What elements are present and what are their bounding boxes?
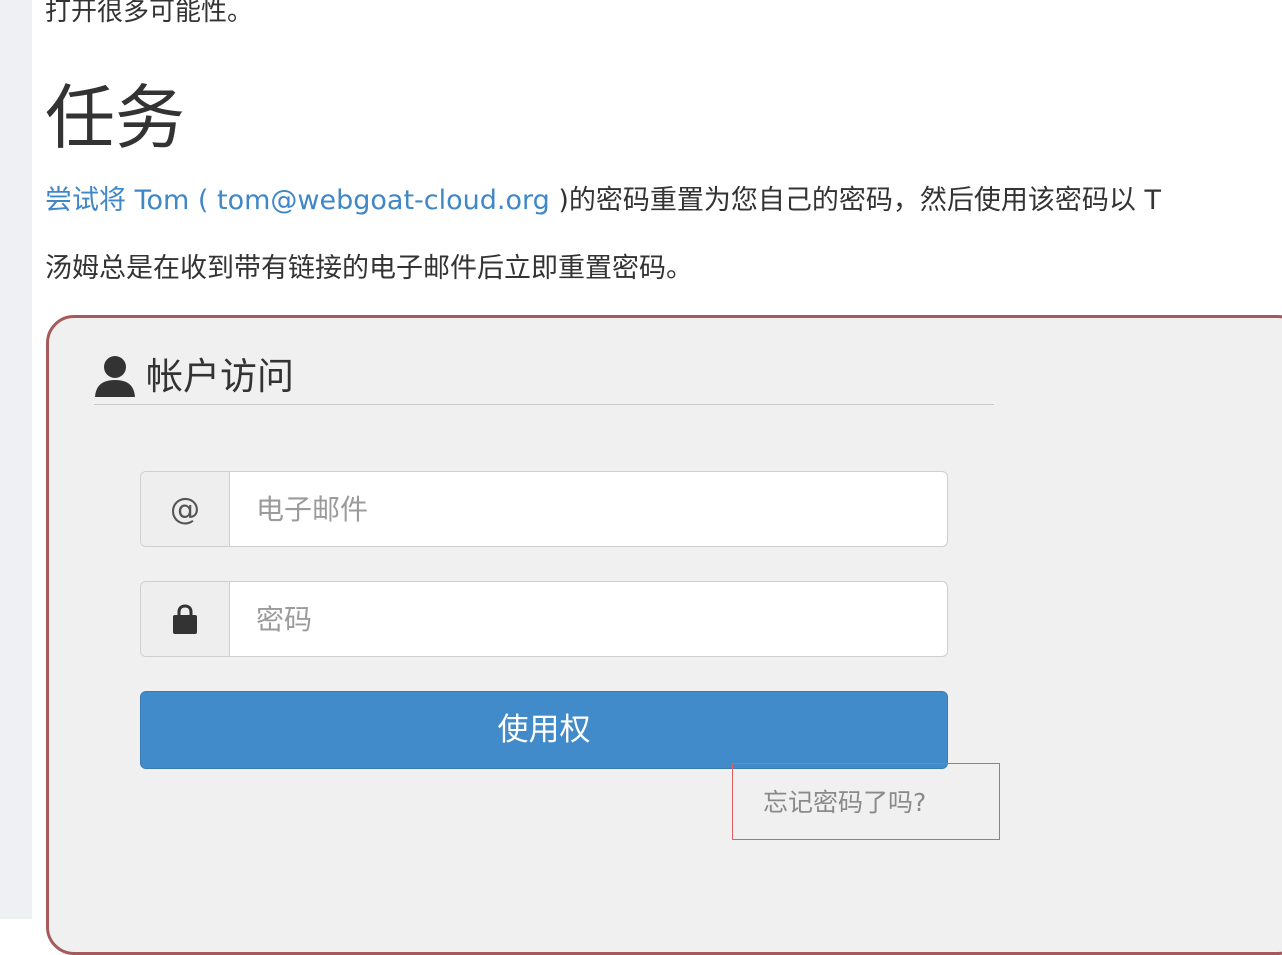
task-description: 尝试将 Tom ( tom@webgoat-cloud.org )的密码重置为您… (45, 181, 1161, 221)
at-sign-icon: @ (141, 472, 230, 546)
task-description-rest: )的密码重置为您自己的密码，然后使用该密码以 T (558, 185, 1161, 216)
forgot-password-highlight: 忘记密码了吗? (732, 763, 1000, 840)
forgot-password-link[interactable]: 忘记密码了吗? (763, 788, 926, 818)
task-link-text[interactable]: 尝试将 Tom ( tom@webgoat-cloud.org (45, 185, 558, 216)
password-field[interactable] (230, 582, 947, 656)
email-field[interactable] (230, 472, 947, 546)
lesson-content: 打开很多可能性。 任务 尝试将 Tom ( tom@webgoat-cloud.… (45, 0, 1282, 955)
user-icon (94, 354, 136, 398)
password-input-group (140, 581, 948, 657)
task-heading: 任务 (45, 77, 185, 159)
task-note: 汤姆总是在收到带有链接的电子邮件后立即重置密码。 (45, 253, 693, 284)
intro-text: 打开很多可能性。 (45, 0, 254, 27)
panel-title: 帐户访问 (94, 350, 994, 405)
panel-title-text: 帐户访问 (146, 355, 294, 398)
login-panel: 帐户访问 @ 使用权 忘记密码了吗? (46, 315, 1282, 955)
lock-icon (141, 582, 230, 656)
submit-button[interactable]: 使用权 (140, 691, 948, 769)
email-input-group: @ (140, 471, 948, 547)
left-sidebar-strip (0, 0, 32, 919)
